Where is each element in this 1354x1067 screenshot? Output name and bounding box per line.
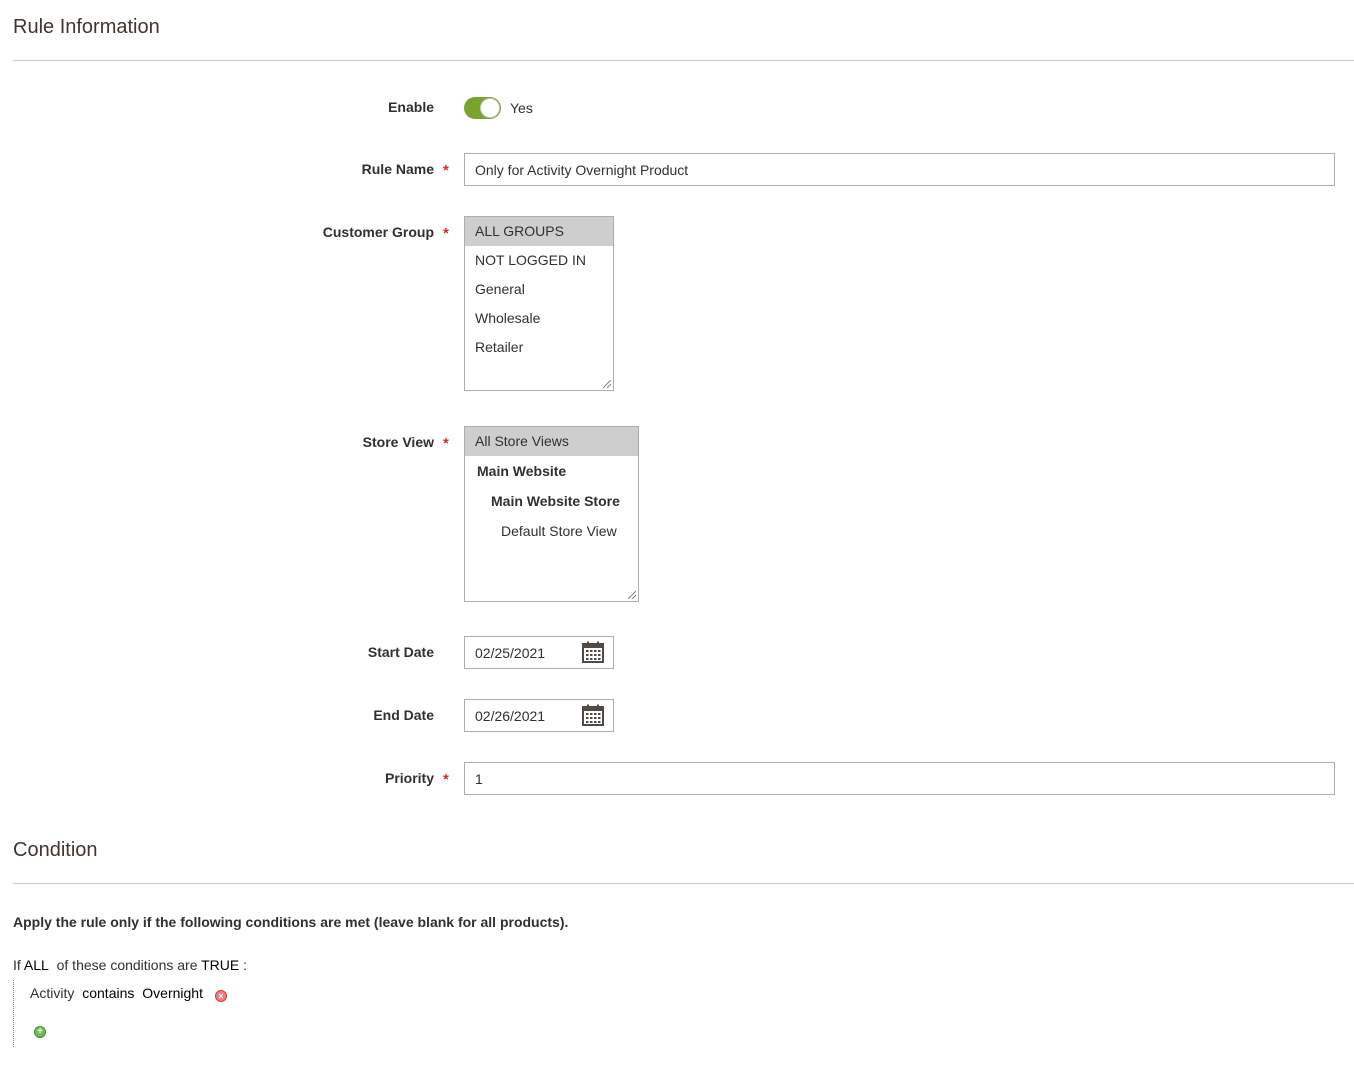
- condition-operator-link[interactable]: contains: [82, 985, 134, 1001]
- store-view-label: Store View: [362, 434, 434, 450]
- priority-input[interactable]: [464, 762, 1335, 795]
- priority-label: Priority: [384, 770, 434, 786]
- customer-group-label: Customer Group: [322, 224, 434, 240]
- store-view-group-store: Main Website Store: [491, 493, 620, 509]
- condition-attribute: Activity: [30, 985, 75, 1001]
- required-mark: *: [443, 162, 449, 179]
- toggle-knob: [480, 98, 500, 118]
- section-title-condition: Condition: [13, 839, 98, 861]
- remove-condition-icon[interactable]: ×: [214, 990, 227, 1002]
- section-divider: [13, 60, 1354, 61]
- customer-group-option[interactable]: General: [465, 275, 613, 304]
- condition-value-link[interactable]: Overnight: [142, 985, 203, 1001]
- rule-name-label: Rule Name: [361, 161, 434, 177]
- enable-toggle-text: Yes: [510, 100, 533, 116]
- calendar-icon[interactable]: [582, 641, 604, 663]
- section-divider: [13, 883, 1354, 884]
- customer-group-option[interactable]: NOT LOGGED IN: [465, 246, 613, 275]
- store-view-option[interactable]: Default Store View: [465, 516, 638, 546]
- store-view-option[interactable]: All Store Views: [465, 427, 638, 456]
- store-view-multiselect[interactable]: All Store Views Main Website Main Websit…: [464, 426, 639, 602]
- condition-suffix: :: [243, 957, 248, 973]
- enable-label: Enable: [388, 99, 434, 115]
- condition-item: Activity contains Overnight ×: [30, 985, 231, 1002]
- customer-group-option[interactable]: Wholesale: [465, 304, 613, 333]
- resize-handle[interactable]: [628, 591, 636, 599]
- customer-group-option[interactable]: Retailer: [465, 333, 613, 362]
- condition-aggregator-link[interactable]: ALL: [24, 957, 49, 973]
- section-title-rule-information: Rule Information: [13, 16, 160, 38]
- calendar-icon[interactable]: [582, 704, 604, 726]
- end-date-label: End Date: [373, 707, 434, 723]
- condition-middle-text: of these conditions are: [56, 957, 198, 973]
- resize-handle[interactable]: [603, 380, 611, 388]
- store-view-group-website: Main Website: [477, 463, 567, 479]
- customer-group-option[interactable]: ALL GROUPS: [465, 217, 613, 246]
- condition-intro-text: Apply the rule only if the following con…: [13, 914, 569, 930]
- start-date-label: Start Date: [367, 644, 434, 660]
- enable-toggle[interactable]: [464, 97, 501, 119]
- required-mark: *: [443, 771, 449, 788]
- condition-value-link[interactable]: TRUE: [201, 957, 239, 973]
- required-mark: *: [443, 435, 449, 452]
- add-condition-icon[interactable]: +: [34, 1026, 46, 1038]
- rule-name-input[interactable]: [464, 153, 1335, 186]
- condition-tree-line: [13, 980, 14, 1047]
- required-mark: *: [443, 225, 449, 242]
- customer-group-multiselect[interactable]: ALL GROUPS NOT LOGGED IN General Wholesa…: [464, 216, 614, 391]
- condition-aggregator-line: If ALL of these conditions are TRUE :: [13, 957, 247, 973]
- condition-prefix: If: [13, 957, 21, 973]
